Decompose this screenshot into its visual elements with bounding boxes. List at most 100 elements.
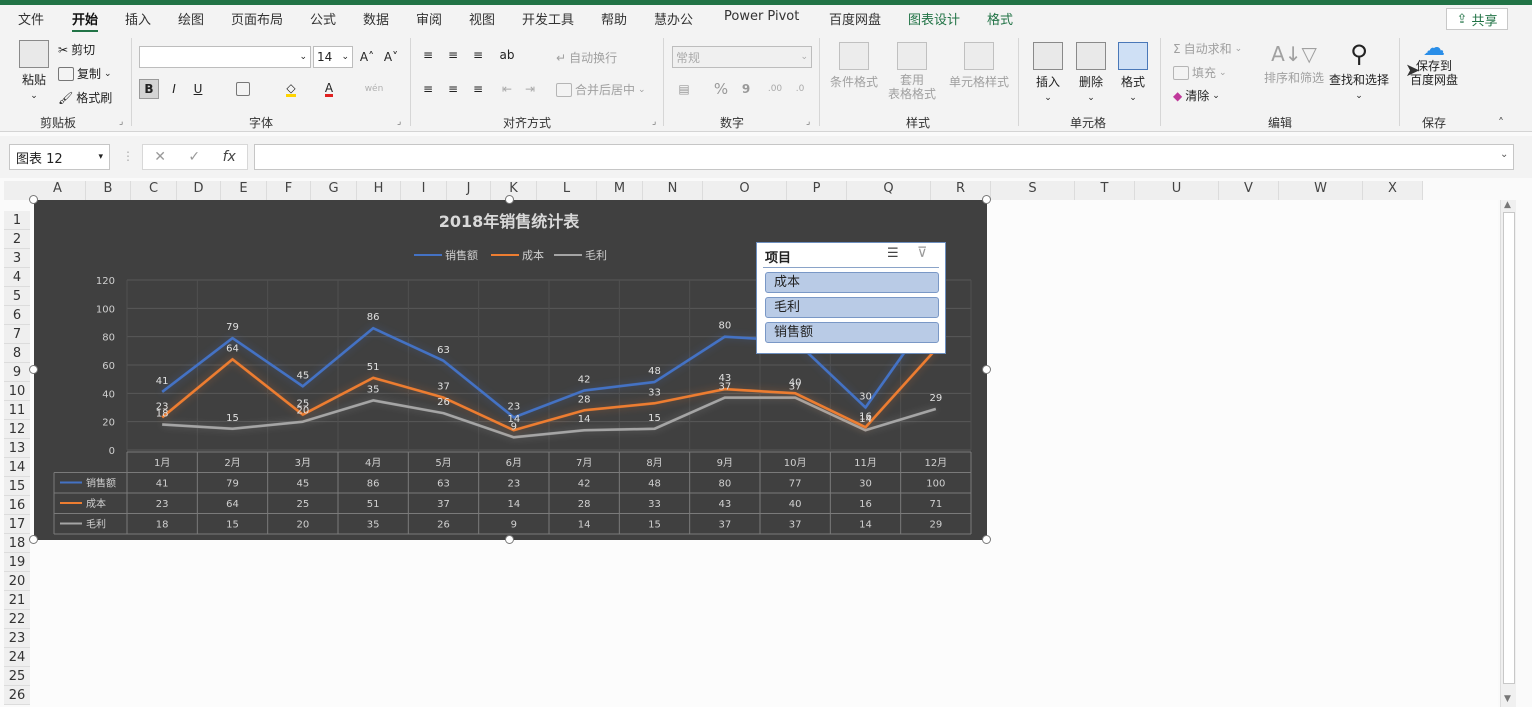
copy-button[interactable]: 复制 ⌄ (58, 65, 112, 82)
tab-baidu-netdisk[interactable]: 百度网盘 (829, 9, 881, 28)
resize-handle[interactable] (982, 365, 991, 374)
column-header-l[interactable]: L (537, 181, 597, 200)
borders-button[interactable] (233, 79, 253, 99)
row-header-8[interactable]: 8 (4, 344, 30, 363)
cancel-icon[interactable]: ✕ (154, 149, 166, 165)
resize-handle[interactable] (505, 195, 514, 204)
row-header-1[interactable]: 1 (4, 211, 30, 230)
enter-icon[interactable]: ✓ (188, 149, 200, 165)
tab-file[interactable]: 文件 (18, 9, 44, 28)
scroll-thumb[interactable] (1503, 212, 1515, 684)
row-header-21[interactable]: 21 (4, 591, 30, 610)
column-header-i[interactable]: I (401, 181, 447, 200)
tab-huibangong[interactable]: 慧办公 (654, 9, 693, 28)
row-header-4[interactable]: 4 (4, 268, 30, 287)
row-header-12[interactable]: 12 (4, 420, 30, 439)
column-header-w[interactable]: W (1279, 181, 1363, 200)
resize-handle[interactable] (29, 195, 38, 204)
row-header-6[interactable]: 6 (4, 306, 30, 325)
dialog-launcher-icon[interactable]: ⌟ (806, 117, 810, 127)
collapse-ribbon-icon[interactable]: ˄ (1498, 116, 1504, 130)
tab-help[interactable]: 帮助 (601, 9, 627, 28)
dialog-launcher-icon[interactable]: ⌟ (652, 117, 656, 127)
row-header-15[interactable]: 15 (4, 477, 30, 496)
font-size-combo[interactable]: 14 ⌄ (313, 46, 353, 68)
scroll-up-icon[interactable]: ▲ (1504, 200, 1511, 210)
chart-title[interactable]: 2018年销售统计表 (439, 212, 581, 231)
increase-font-button[interactable]: A˄ (357, 47, 377, 67)
row-header-11[interactable]: 11 (4, 401, 30, 420)
tab-review[interactable]: 审阅 (416, 9, 442, 28)
increase-indent-icon[interactable]: ⇥ (520, 79, 540, 99)
multi-select-icon[interactable]: ☰ (887, 246, 899, 261)
share-button[interactable]: ⇪ 共享 (1446, 8, 1508, 30)
tab-home[interactable]: 开始 (72, 9, 99, 33)
row-header-14[interactable]: 14 (4, 458, 30, 477)
column-header-m[interactable]: M (597, 181, 643, 200)
row-header-25[interactable]: 25 (4, 667, 30, 686)
autosum-button[interactable]: Σ 自动求和 ⌄ (1173, 40, 1242, 57)
underline-button[interactable]: U (188, 79, 208, 99)
cut-button[interactable]: ✂ 剪切 (58, 41, 95, 58)
number-format-combo[interactable]: 常规 ⌄ (672, 46, 812, 68)
formula-input[interactable] (254, 144, 1514, 170)
dialog-launcher-icon[interactable]: ⌟ (397, 117, 401, 127)
format-cells-button[interactable]: 格式 ⌄ (1115, 42, 1151, 103)
tab-page-layout[interactable]: 页面布局 (231, 9, 283, 28)
delete-cells-button[interactable]: 删除 ⌄ (1073, 42, 1109, 103)
clear-filter-icon[interactable]: ⊽ (917, 245, 927, 261)
column-header-s[interactable]: S (991, 181, 1075, 200)
tab-chart-design[interactable]: 图表设计 (908, 9, 960, 28)
row-header-16[interactable]: 16 (4, 496, 30, 515)
row-header-24[interactable]: 24 (4, 648, 30, 667)
column-header-n[interactable]: N (643, 181, 703, 200)
resize-handle[interactable] (29, 365, 38, 374)
tab-formulas[interactable]: 公式 (310, 9, 336, 28)
column-header-u[interactable]: U (1135, 181, 1219, 200)
row-header-9[interactable]: 9 (4, 363, 30, 382)
row-header-5[interactable]: 5 (4, 287, 30, 306)
phonetic-button[interactable]: wén (364, 79, 384, 99)
paste-button[interactable]: 粘贴 ⌄ (14, 40, 54, 101)
column-header-p[interactable]: P (787, 181, 847, 200)
row-header-17[interactable]: 17 (4, 515, 30, 534)
series-filter-panel[interactable]: 项目 ☰ ⊽ 成本 毛利 销售额 (756, 242, 946, 354)
insert-cells-button[interactable]: 插入 ⌄ (1030, 42, 1066, 103)
tab-developer[interactable]: 开发工具 (522, 9, 574, 28)
chart-data-table[interactable]: 1月 2月 3月 4月 5月 6月 7月 8月 9月 10月 11月 12月销售额 41 79 45 86 63… (53, 451, 972, 535)
align-bottom-icon[interactable]: ≡ (468, 45, 488, 65)
align-left-icon[interactable]: ≡ (418, 79, 438, 99)
fill-button[interactable]: 填充 ⌄ (1173, 64, 1227, 81)
align-top-icon[interactable]: ≡ (418, 45, 438, 65)
comma-button[interactable]: 9 (736, 79, 756, 99)
column-header-o[interactable]: O (703, 181, 787, 200)
row-header-20[interactable]: 20 (4, 572, 30, 591)
wrap-text-button[interactable]: ↵ 自动换行 (556, 49, 617, 66)
row-header-19[interactable]: 19 (4, 553, 30, 572)
italic-button[interactable]: I (164, 79, 184, 99)
align-center-icon[interactable]: ≡ (443, 79, 463, 99)
row-header-3[interactable]: 3 (4, 249, 30, 268)
sort-filter-button[interactable]: A↓▽ 排序和筛选 (1263, 42, 1325, 86)
column-header-k[interactable]: K (491, 181, 537, 200)
vertical-scrollbar[interactable]: ▲ ▼ (1500, 200, 1516, 707)
resize-handle[interactable] (505, 535, 514, 544)
find-select-button[interactable]: ⚲ 查找和选择 ⌄ (1328, 40, 1390, 101)
clear-button[interactable]: ◆ 清除 ⌄ (1173, 87, 1220, 104)
orientation-icon[interactable]: ab (497, 45, 517, 65)
column-header-j[interactable]: J (447, 181, 491, 200)
resize-handle[interactable] (982, 195, 991, 204)
font-name-combo[interactable]: ⌄ (139, 46, 311, 68)
tab-draw[interactable]: 绘图 (178, 9, 204, 28)
column-header-a[interactable]: A (30, 181, 86, 200)
row-header-7[interactable]: 7 (4, 325, 30, 344)
column-header-c[interactable]: C (131, 181, 177, 200)
accounting-icon[interactable]: ▤ (674, 79, 694, 99)
align-right-icon[interactable]: ≡ (468, 79, 488, 99)
row-header-2[interactable]: 2 (4, 230, 30, 249)
decrease-font-button[interactable]: A˅ (381, 47, 401, 67)
font-color-button[interactable]: A (319, 79, 339, 99)
format-painter-button[interactable]: 🖌 格式刷 (58, 89, 112, 106)
chart-legend[interactable]: 销售额 成本 毛利 (414, 248, 607, 262)
row-header-22[interactable]: 22 (4, 610, 30, 629)
